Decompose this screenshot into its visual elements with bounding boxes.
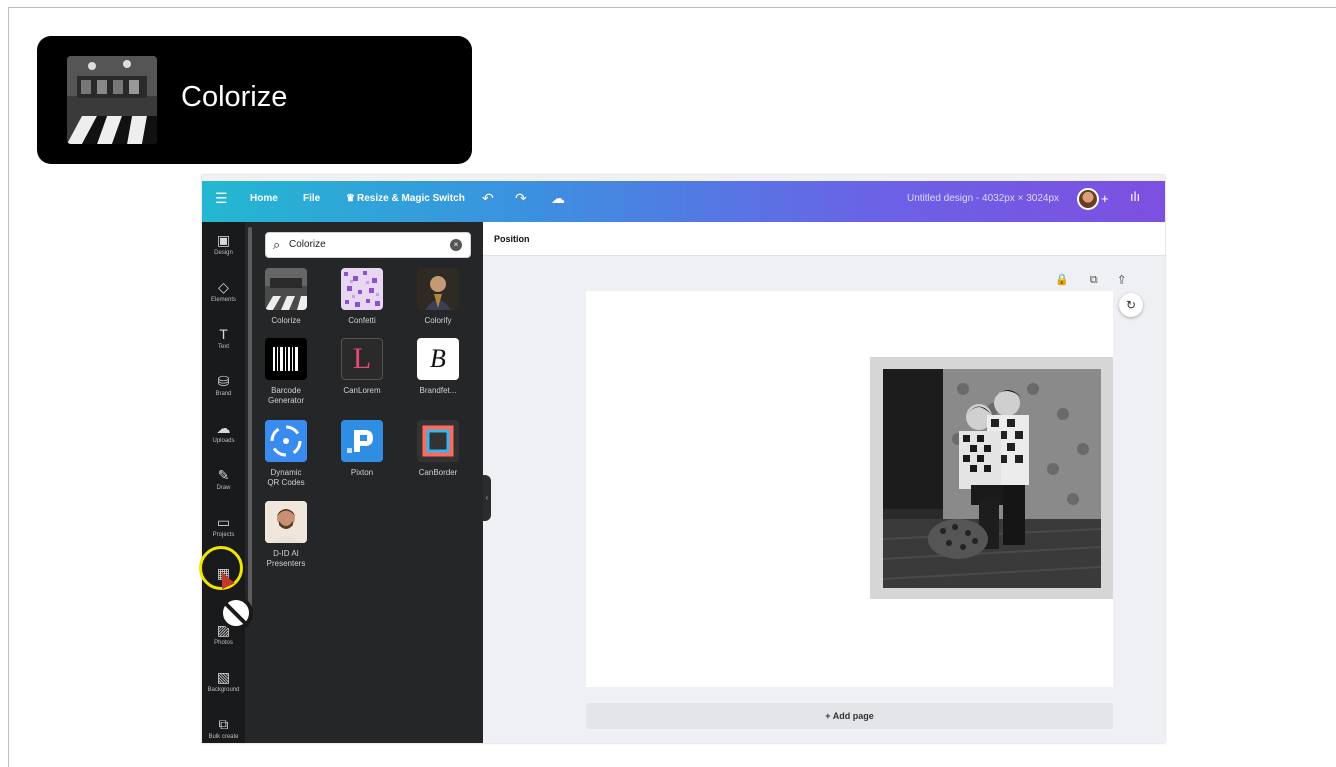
cloud-save-icon[interactable]: ☁ [551,190,565,207]
app-barcode-generator[interactable]: Barcode Generator [256,338,316,406]
crown-icon: ♛ [346,193,355,204]
home-button[interactable]: Home [250,193,278,204]
menu-icon[interactable]: ☰ [215,190,228,207]
top-bar: ☰ Home File ♛ Resize & Magic Switch ↶ ↷ … [202,175,1165,222]
colorize-thumbnail [67,56,157,144]
canva-editor: ☰ Home File ♛ Resize & Magic Switch ↶ ↷ … [202,175,1165,743]
design-icon: ▣ [216,232,231,248]
canborder-icon [417,420,459,462]
title-text: Colorize [181,81,288,113]
insights-icon[interactable]: ılı [1130,189,1140,204]
not-allowed-icon [219,596,253,630]
rail-uploads[interactable]: ☁ Uploads [202,420,245,444]
side-rail: ▣ Design ◇ Elements T Text ⛁ Brand ☁ Uploads … [202,222,245,743]
app-canborder[interactable]: CanBorder [408,420,468,478]
app-colorify[interactable]: Colorify [408,268,468,326]
panel-scrollbar[interactable] [248,227,252,607]
app-pixton[interactable]: Pixton [332,420,392,478]
design-title[interactable]: Untitled design - 4032px × 3024px [907,193,1059,204]
app-colorize[interactable]: Colorize [256,268,316,326]
search-icon: ⌕ [273,237,281,252]
refresh-icon[interactable]: ↻ [1119,293,1143,317]
barcode-icon [265,338,307,380]
context-toolbar: Position [483,222,1165,256]
qr-code-icon [265,420,307,462]
collapse-panel-button[interactable]: ‹ [483,475,491,521]
title-card: Colorize [37,36,472,164]
elements-icon: ◇ [218,279,229,295]
brandfetch-icon: B [417,338,459,380]
browser-strip [202,175,1165,181]
app-dynamic-qr-codes[interactable]: Dynamic QR Codes [256,420,316,488]
search-value: Colorize [289,239,326,250]
avatar[interactable] [1077,188,1099,210]
rail-projects[interactable]: ▭ Projects [202,514,245,538]
add-collaborator-button[interactable]: + [1101,191,1109,206]
app-canlorem[interactable]: L CanLorem [332,338,392,396]
position-button[interactable]: Position [494,234,530,244]
rail-background[interactable]: ▧ Background [202,669,245,693]
rail-brand[interactable]: ⛁ Brand [202,373,245,397]
rail-design[interactable]: ▣ Design [202,232,245,256]
confetti-app-thumbnail [341,268,383,310]
file-button[interactable]: File [303,193,320,204]
bulk-create-icon: ⧉ [218,716,229,732]
clear-search-icon[interactable]: × [450,239,462,251]
text-icon: T [219,326,228,342]
app-d-id-ai-presenters[interactable]: D-ID AI Presenters [256,501,316,569]
upload-icon: ☁ [216,420,231,436]
add-page-button[interactable]: + Add page [586,703,1113,729]
rail-draw[interactable]: ✎ Draw [202,467,245,491]
vintage-photo[interactable] [870,357,1113,599]
folder-icon: ▭ [216,514,231,530]
canlorem-icon: L [341,338,383,380]
photo-content [883,369,1101,588]
resize-button[interactable]: Resize & Magic Switch [357,193,465,204]
search-input[interactable]: ⌕ Colorize × [265,232,471,258]
rail-elements[interactable]: ◇ Elements [202,279,245,303]
app-confetti[interactable]: Confetti [332,268,392,326]
rail-text[interactable]: T Text [202,326,245,350]
background-icon: ▧ [216,669,231,685]
app-brandfetch[interactable]: B Brandfet... [408,338,468,396]
colorify-app-thumbnail [417,268,459,310]
page-tools[interactable]: 🔒 ⧉ ⇪ [1055,273,1134,287]
undo-icon[interactable]: ↶ [482,190,494,207]
draw-icon: ✎ [217,467,230,483]
pixton-icon [341,420,383,462]
rail-bulk-create[interactable]: ⧉ Bulk create [202,716,245,740]
redo-icon[interactable]: ↷ [515,190,527,207]
colorize-app-thumbnail [265,268,307,310]
brand-icon: ⛁ [217,373,230,389]
d-id-presenter-thumbnail [265,501,307,543]
